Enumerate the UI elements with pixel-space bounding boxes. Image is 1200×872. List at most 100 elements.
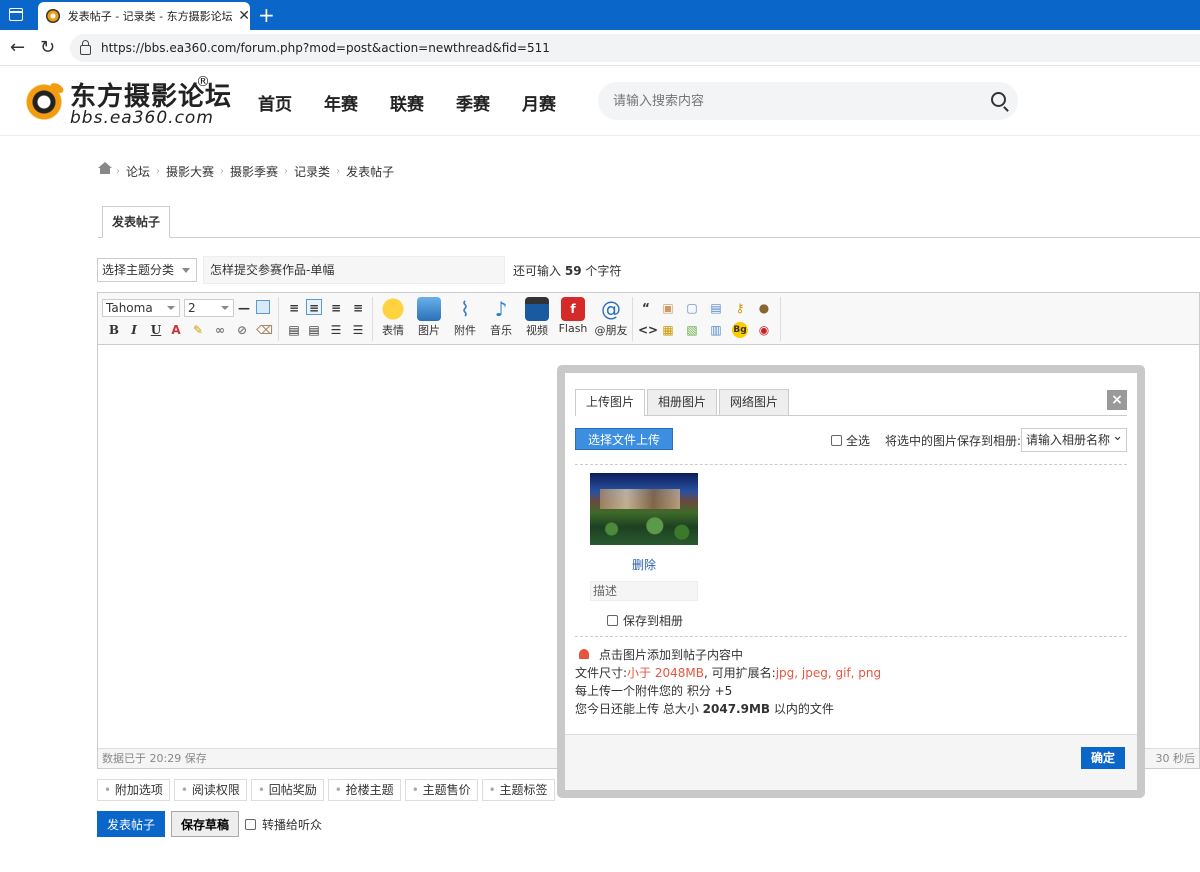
emoji-label: 表情: [382, 324, 404, 337]
back-icon[interactable]: ←: [10, 37, 25, 58]
window-menu-icon[interactable]: [9, 8, 23, 21]
align-center-icon[interactable]: ≡: [306, 299, 322, 315]
unordered-list-icon[interactable]: ☰: [350, 322, 366, 338]
flash-label: Flash: [558, 322, 588, 335]
confirm-button[interactable]: 确定: [1080, 747, 1125, 769]
option-tags[interactable]: 主题标签: [481, 779, 555, 801]
option-reply-reward[interactable]: 回帖奖励: [250, 779, 324, 801]
upload-dialog-frame: 上传图片 相册图片 网络图片 × 选择文件上传 全选 将选中的图片保存到相册: …: [557, 365, 1145, 798]
site-favicon-icon: [46, 9, 60, 23]
link-icon[interactable]: ∞: [212, 322, 228, 338]
music-note-icon: ♪: [494, 297, 508, 321]
video-button[interactable]: 视频: [520, 297, 554, 338]
unlink-icon[interactable]: ⊘: [234, 322, 250, 338]
ordered-list-icon[interactable]: ☰: [328, 322, 344, 338]
ext-value: jpg, jpeg, gif, png: [775, 666, 882, 680]
nav-home[interactable]: 首页: [258, 90, 292, 115]
save-to-album-checkbox[interactable]: [607, 615, 618, 626]
bg-color-icon[interactable]: ✎: [190, 322, 206, 338]
index-icon[interactable]: ▥: [708, 322, 724, 338]
quote-icon[interactable]: “: [638, 300, 654, 316]
float-right-icon[interactable]: ▤: [306, 322, 322, 338]
breadcrumb-current: 发表帖子: [346, 165, 395, 179]
flash-button[interactable]: f Flash: [556, 297, 590, 335]
hr-icon[interactable]: —: [236, 300, 252, 316]
music-button[interactable]: ♪ 音乐: [484, 297, 518, 338]
font-color-icon[interactable]: A: [168, 322, 184, 338]
bold-icon[interactable]: B: [106, 322, 122, 338]
attachment-button[interactable]: ⌇ 附件: [448, 297, 482, 338]
uploaded-image-thumbnail[interactable]: [590, 473, 698, 545]
breadcrumb-separator: ›: [284, 166, 289, 177]
breadcrumb-separator: ›: [156, 166, 161, 177]
option-read-permission[interactable]: 阅读权限: [173, 779, 247, 801]
main-nav: 首页 年赛 联赛 季赛 月赛: [258, 90, 556, 115]
gallery-icon[interactable]: ▧: [684, 322, 700, 338]
submit-post-button[interactable]: 发表帖子: [97, 811, 166, 837]
breadcrumb-category[interactable]: 记录类: [294, 163, 330, 180]
tab-album-image[interactable]: 相册图片: [647, 389, 718, 415]
password-icon[interactable]: ⚷: [732, 300, 748, 316]
sticker-icon[interactable]: ●: [756, 300, 772, 316]
option-extra[interactable]: 附加选项: [97, 779, 170, 801]
breadcrumb-contest[interactable]: 摄影大赛: [166, 163, 214, 180]
choose-file-button[interactable]: 选择文件上传: [575, 428, 674, 450]
tab-new-post[interactable]: 发表帖子: [102, 206, 170, 238]
subject-input[interactable]: 怎样提交参赛作品-单幅: [203, 256, 505, 284]
mention-button[interactable]: @ @朋友: [592, 297, 630, 338]
lock-content-icon[interactable]: ▦: [660, 322, 676, 338]
reload-icon[interactable]: ↻: [40, 37, 55, 58]
delete-image-link[interactable]: 删除: [632, 556, 656, 573]
album-select[interactable]: 请输入相册名称: [1021, 428, 1127, 452]
image-description-input[interactable]: 描述: [590, 581, 698, 601]
align-right-icon[interactable]: ≡: [328, 300, 344, 316]
new-tab-icon[interactable]: +: [258, 3, 275, 27]
align-justify-icon[interactable]: ≡: [350, 300, 366, 316]
search-input[interactable]: [598, 82, 958, 120]
image-button[interactable]: 图片: [412, 297, 446, 338]
today-value: 2047.9MB: [702, 702, 771, 716]
hide-icon[interactable]: ▢: [684, 300, 700, 316]
thread-type-select[interactable]: 选择主题分类: [97, 258, 197, 282]
nav-monthly[interactable]: 月赛: [522, 90, 556, 115]
option-floor-grab[interactable]: 抢楼主题: [327, 779, 401, 801]
dialog-tabs: 上传图片 相册图片 网络图片: [575, 389, 791, 416]
save-draft-button[interactable]: 保存草稿: [171, 811, 240, 837]
float-left-icon[interactable]: ▤: [286, 322, 302, 338]
select-all-checkbox[interactable]: [831, 435, 842, 446]
page-icon[interactable]: ▤: [708, 300, 724, 316]
tab-web-image[interactable]: 网络图片: [719, 389, 790, 415]
today-limit-line: 您今日还能上传 总大小 2047.9MB 以内的文件: [575, 700, 881, 718]
option-price[interactable]: 主题售价: [404, 779, 478, 801]
home-icon[interactable]: [98, 161, 112, 177]
logo-camera-icon[interactable]: [22, 80, 66, 124]
tab-close-icon[interactable]: ✕: [238, 8, 250, 24]
clear-format-icon[interactable]: ⌫: [256, 322, 273, 338]
url-field[interactable]: https://bbs.ea360.com/forum.php?mod=post…: [70, 34, 1200, 62]
qq-icon[interactable]: ◉: [756, 322, 772, 338]
nav-annual[interactable]: 年赛: [324, 90, 358, 115]
post-options: 附加选项 阅读权限 回帖奖励 抢楼主题 主题售价 主题标签: [97, 779, 555, 801]
tab-upload-image[interactable]: 上传图片: [575, 389, 646, 416]
today-prefix: 您今日还能上传 总大小: [575, 702, 699, 716]
dialog-close-icon[interactable]: ×: [1107, 390, 1127, 410]
emoji-button[interactable]: 表情: [376, 297, 410, 338]
tab-divider: [98, 237, 1200, 238]
toolbar-separator: [278, 297, 279, 341]
broadcast-checkbox[interactable]: [245, 818, 257, 830]
table-icon[interactable]: [256, 300, 270, 314]
free-icon[interactable]: ▣: [660, 300, 676, 316]
nav-season[interactable]: 季赛: [456, 90, 490, 115]
underline-icon[interactable]: U: [148, 322, 164, 338]
browser-tab[interactable]: 发表帖子 - 记录类 - 东方摄影论坛 ✕: [38, 2, 250, 30]
align-left-icon[interactable]: ≡: [286, 300, 302, 316]
font-select[interactable]: Tahoma: [102, 299, 180, 317]
breadcrumb-forum[interactable]: 论坛: [126, 163, 150, 180]
code-icon[interactable]: <>: [638, 322, 658, 338]
italic-icon[interactable]: I: [126, 322, 142, 338]
background-icon[interactable]: Bg: [732, 322, 748, 338]
breadcrumb-season[interactable]: 摄影季赛: [230, 163, 278, 180]
nav-league[interactable]: 联赛: [390, 90, 424, 115]
search-icon[interactable]: [991, 92, 1006, 107]
font-size-select[interactable]: 2: [184, 299, 234, 317]
